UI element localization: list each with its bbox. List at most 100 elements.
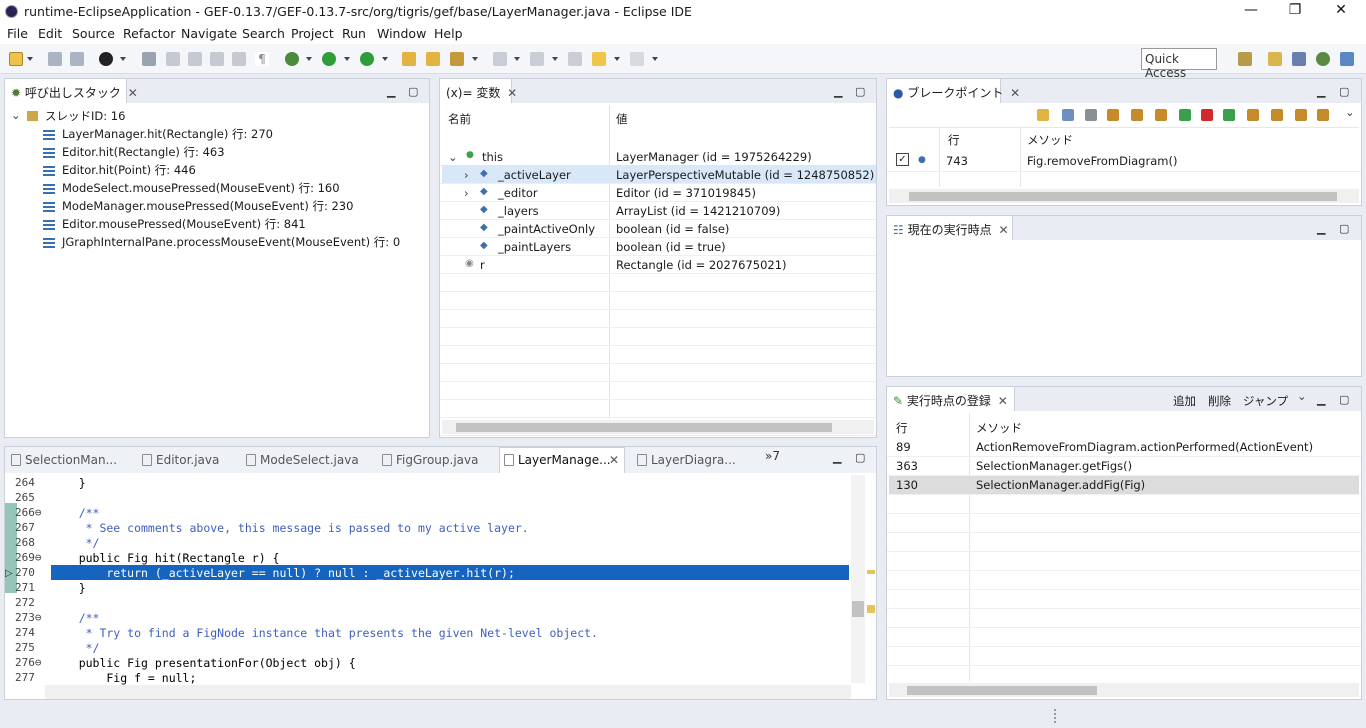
maximize-icon[interactable]: ❐: [1272, 2, 1318, 18]
run-external-icon[interactable]: [360, 52, 374, 66]
horizontal-scrollbar[interactable]: [442, 420, 874, 434]
variable-value[interactable]: Rectangle (id = 2027675021): [616, 258, 787, 272]
maximize-view-icon[interactable]: ▢: [1339, 393, 1349, 406]
quick-access-input[interactable]: Quick Access: [1141, 48, 1217, 80]
menu-refactor[interactable]: Refactor: [123, 26, 175, 41]
code-line[interactable]: public Fig presentationFor(Object obj) {: [51, 656, 356, 670]
step-icon[interactable]: [166, 52, 180, 66]
code-line[interactable]: }: [51, 476, 86, 490]
scroll-thumb[interactable]: [907, 686, 1097, 695]
code-line[interactable]: /**: [51, 506, 100, 520]
step-into-icon[interactable]: [1085, 109, 1097, 121]
variable-name[interactable]: _paintLayers: [498, 240, 571, 254]
save-icon[interactable]: [48, 52, 62, 66]
step-forward-icon[interactable]: [1247, 109, 1259, 121]
goto-icon[interactable]: [1317, 109, 1329, 121]
maximize-view-icon[interactable]: ▢: [408, 85, 418, 98]
thread-label[interactable]: スレッドID: 16: [45, 108, 125, 124]
open-perspective-icon[interactable]: [1238, 52, 1252, 66]
tab-registry[interactable]: ✎ 実行時点の登録 ✕: [887, 387, 1015, 411]
stack-frame[interactable]: Editor.hit(Point) 行: 446: [62, 162, 196, 178]
reg-line[interactable]: 130: [896, 478, 918, 492]
menu-file[interactable]: File: [7, 26, 28, 41]
stack-frame[interactable]: ModeSelect.mousePressed(MouseEvent) 行: 1…: [62, 180, 340, 196]
variable-value[interactable]: ArrayList (id = 1421210709): [616, 204, 780, 218]
status-handle-icon[interactable]: [1054, 709, 1062, 723]
editor-tab[interactable]: SelectionMan...: [25, 453, 117, 467]
stack-frame[interactable]: ModeManager.mousePressed(MouseEvent) 行: …: [62, 198, 353, 214]
editor-tab[interactable]: LayerDiagra...: [651, 453, 736, 467]
horizontal-scrollbar[interactable]: [889, 683, 1359, 697]
drop-icon[interactable]: [188, 52, 202, 66]
forward-icon[interactable]: [630, 52, 644, 66]
minimize-icon[interactable]: —: [1228, 2, 1274, 18]
close-tab-icon[interactable]: ✕: [998, 394, 1008, 408]
run-icon[interactable]: [322, 52, 336, 66]
variable-value[interactable]: LayerManager (id = 1975264229): [616, 150, 812, 164]
expand-icon[interactable]: ›: [464, 186, 469, 200]
step-return-forward-icon[interactable]: [1295, 109, 1307, 121]
terminate-icon[interactable]: [1201, 109, 1213, 121]
maximize-view-icon[interactable]: ▢: [855, 451, 865, 464]
code-line[interactable]: * Try to find a FigNode instance that pr…: [51, 626, 598, 640]
variable-name[interactable]: _layers: [498, 204, 539, 218]
add-button[interactable]: 追加: [1173, 393, 1196, 409]
bp-col-line-header[interactable]: 行: [948, 132, 960, 148]
jump-button[interactable]: ジャンプ: [1243, 393, 1288, 409]
remove-icon[interactable]: [1062, 109, 1074, 121]
open-task-icon[interactable]: [426, 52, 440, 66]
editor-tab[interactable]: Editor.java: [156, 453, 219, 467]
skip-breakpoints-icon[interactable]: [142, 52, 156, 66]
resume-back-icon[interactable]: [1179, 109, 1191, 121]
stack-frame[interactable]: LayerManager.hit(Rectangle) 行: 270: [62, 126, 273, 142]
debug-perspective-icon[interactable]: [1316, 52, 1330, 66]
breakpoint-checkbox[interactable]: ✓: [896, 153, 909, 166]
maximize-view-icon[interactable]: ▢: [855, 85, 865, 98]
menu-search[interactable]: Search: [242, 26, 285, 41]
reg-method[interactable]: SelectionManager.addFig(Fig): [976, 478, 1145, 492]
variable-value[interactable]: boolean (id = true): [616, 240, 726, 254]
menu-navigate[interactable]: Navigate: [181, 26, 237, 41]
step-into-forward-icon[interactable]: [1271, 109, 1283, 121]
variable-name[interactable]: _paintActiveOnly: [498, 222, 595, 236]
java-perspective-icon[interactable]: [1268, 52, 1282, 66]
delete-button[interactable]: 削除: [1208, 393, 1231, 409]
menu-edit[interactable]: Edit: [38, 26, 62, 41]
reg-method[interactable]: SelectionManager.getFigs(): [976, 459, 1132, 473]
stack-frame[interactable]: JGraphInternalPane.processMouseEvent(Mou…: [62, 234, 400, 250]
menu-window[interactable]: Window: [377, 26, 426, 41]
tab-overflow[interactable]: »7: [765, 449, 780, 463]
layout-perspective-icon[interactable]: [1340, 52, 1354, 66]
close-tab-icon[interactable]: ✕: [507, 86, 517, 100]
variable-name[interactable]: _activeLayer: [498, 168, 571, 182]
editor-tab[interactable]: FigGroup.java: [396, 453, 478, 467]
bp-line[interactable]: 743: [946, 154, 968, 168]
scroll-thumb[interactable]: [456, 423, 832, 432]
scroll-thumb[interactable]: [909, 192, 1337, 201]
maximize-view-icon[interactable]: ▢: [1339, 85, 1349, 98]
next-annotation-icon[interactable]: [493, 52, 507, 66]
col-value-header[interactable]: 値: [616, 111, 628, 127]
git-perspective-icon[interactable]: [1292, 52, 1306, 66]
vertical-scrollbar[interactable]: [851, 475, 865, 683]
expand-icon[interactable]: ⌄: [11, 108, 21, 122]
close-tab-icon[interactable]: ✕: [1010, 86, 1020, 100]
menu-source[interactable]: Source: [72, 26, 115, 41]
code-line[interactable]: }: [51, 581, 86, 595]
open-type-icon[interactable]: [402, 52, 416, 66]
variable-value[interactable]: boolean (id = false): [616, 222, 729, 236]
menu-help[interactable]: Help: [434, 26, 463, 41]
view-menu-icon[interactable]: ⌄: [1297, 389, 1307, 403]
code-line[interactable]: Fig f = null;: [51, 671, 196, 685]
variable-name[interactable]: this: [482, 150, 503, 164]
bp-col-method-header[interactable]: メソッド: [1027, 132, 1073, 148]
close-tab-icon[interactable]: ✕: [609, 453, 619, 467]
menu-project[interactable]: Project: [291, 26, 334, 41]
reg-col-line-header[interactable]: 行: [896, 420, 908, 436]
overview-marker[interactable]: [867, 605, 875, 613]
minimize-view-icon[interactable]: ▁: [1317, 393, 1325, 406]
editor-tab[interactable]: ModeSelect.java: [260, 453, 359, 467]
save-all-icon[interactable]: [70, 52, 84, 66]
variable-value[interactable]: LayerPerspectiveMutable (id = 1248750852…: [616, 168, 874, 182]
minimize-view-icon[interactable]: ▁: [833, 451, 841, 464]
